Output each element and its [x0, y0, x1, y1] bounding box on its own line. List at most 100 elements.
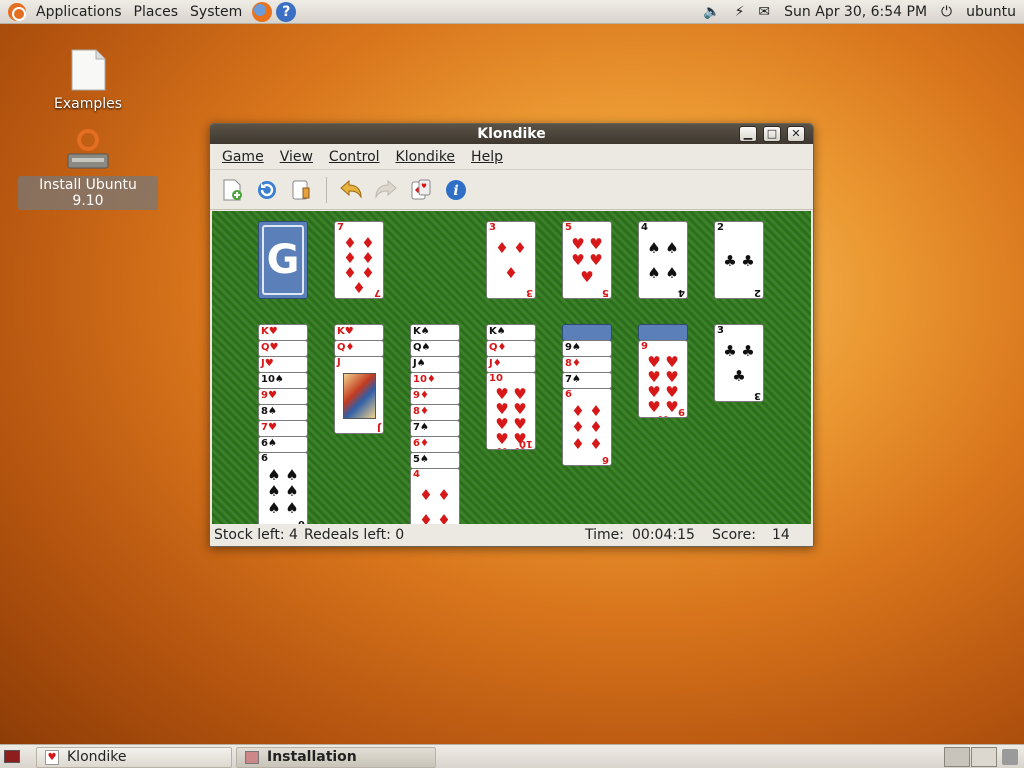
foundation-4[interactable]: 2 ♣ ♣ 2 — [714, 221, 764, 299]
svg-text:i: i — [453, 183, 458, 199]
tableau-card-stripe[interactable]: 5♠ — [410, 452, 460, 469]
face-down-card[interactable] — [638, 324, 688, 341]
desktop-icon-label: Install Ubuntu 9.10 — [18, 176, 158, 210]
face-down-card[interactable] — [562, 324, 612, 341]
help-icon[interactable]: ? — [276, 1, 297, 22]
tableau-card-stripe[interactable]: J♠ — [410, 356, 460, 373]
card-pips: ♠ ♠ ♠ ♠ — [647, 239, 679, 282]
tableau-top-card[interactable]: 4♦♦♦♦4 — [410, 468, 460, 524]
desktop-icon-examples[interactable]: Examples — [18, 48, 158, 112]
restart-icon[interactable] — [253, 176, 281, 204]
tableau-card-stripe[interactable]: 6♦ — [410, 436, 460, 453]
tableau-card-stripe[interactable]: 9♠ — [562, 340, 612, 357]
tableau-card-stripe[interactable]: 10♠ — [258, 372, 308, 389]
card-rank: 3 — [717, 325, 724, 336]
minimize-button[interactable]: ▁ — [739, 126, 757, 142]
volume-icon[interactable]: 🔈 — [703, 4, 720, 20]
clock[interactable]: Sun Apr 30, 6:54 PM — [784, 4, 927, 20]
toolbar-separator — [326, 176, 327, 203]
task-installation-complete[interactable]: Installation Complete — [236, 747, 436, 768]
tableau-card-stripe[interactable]: Q♠ — [410, 340, 460, 357]
redeals-left-text: Redeals left: 0 — [304, 527, 405, 543]
card-rank: 9 — [678, 406, 685, 417]
tableau-card-stripe[interactable]: K♥ — [334, 324, 384, 341]
stock-pile[interactable]: G — [258, 221, 308, 299]
window-titlebar[interactable]: Klondike — [210, 124, 813, 144]
waste-pile[interactable]: 7 ♦ ♦ ♦ ♦ ♦ ♦ ♦ 7 — [334, 221, 384, 299]
statusbar: Stock left: 4 Redeals left: 0 Time: 00:0… — [210, 524, 813, 546]
tableau-card-stripe[interactable]: 8♠ — [258, 404, 308, 421]
foundation-3[interactable]: 4 ♠ ♠ ♠ ♠ 4 — [638, 221, 688, 299]
card-rank: 2 — [754, 287, 761, 298]
card-rank: 5 — [602, 287, 609, 298]
tableau-top-card[interactable]: 3 ♣ ♣ ♣ 3 — [714, 324, 764, 402]
firefox-icon[interactable] — [252, 1, 273, 22]
system-menu[interactable]: System — [184, 0, 248, 24]
task-label: Installation Complete — [267, 749, 357, 765]
tableau-top-card[interactable]: 6 ♠ ♠ ♠ ♠ ♠ ♠ 6 — [258, 452, 308, 524]
card-pips: ♦ ♦ ♦ ♦ ♦ ♦ ♦ — [343, 234, 375, 297]
toolbar: i — [210, 170, 813, 210]
tableau-card-stripe[interactable]: 9♦ — [410, 388, 460, 405]
applications-menu[interactable]: Applications — [30, 0, 128, 24]
tableau-card-stripe[interactable]: 8♦ — [410, 404, 460, 421]
task-klondike[interactable]: ♥ Klondike — [36, 747, 232, 768]
score-value: 14 — [772, 527, 790, 543]
show-desktop-icon[interactable] — [4, 750, 20, 763]
undo-icon[interactable] — [337, 176, 365, 204]
mail-icon[interactable]: ✉ — [758, 4, 770, 20]
card-pips: ♦ ♦ ♦ ♦ ♦ ♦ — [571, 401, 603, 454]
tableau-card-stripe[interactable]: J♦ — [486, 356, 536, 373]
workspace-1[interactable] — [944, 747, 970, 767]
tableau-card-stripe[interactable]: 6♠ — [258, 436, 308, 453]
workspace-2[interactable] — [971, 747, 997, 767]
new-game-icon[interactable] — [218, 176, 246, 204]
card-pips: ♠ ♠ ♠ ♠ ♠ ♠ — [267, 465, 299, 518]
tableau-card-stripe[interactable]: Q♥ — [258, 340, 308, 357]
maximize-button[interactable]: □ — [763, 126, 781, 142]
tableau-card-stripe[interactable]: 9♥ — [258, 388, 308, 405]
menu-game[interactable]: Game — [214, 149, 272, 165]
card-rank: 10 — [489, 373, 503, 384]
tableau-card-stripe[interactable]: 10♦ — [410, 372, 460, 389]
tableau-card-stripe[interactable]: 7♠ — [410, 420, 460, 437]
tableau-card-stripe[interactable]: K♠ — [486, 324, 536, 341]
tableau-top-card[interactable]: 9♥♥♥♥♥♥♥♥♥9 — [638, 340, 688, 418]
tableau-card-stripe[interactable]: Q♦ — [334, 340, 384, 357]
hint-icon[interactable] — [288, 176, 316, 204]
tableau-card-stripe[interactable]: 7♥ — [258, 420, 308, 437]
desktop-icon-install-ubuntu[interactable]: Install Ubuntu 9.10 — [18, 128, 158, 210]
tableau-card-stripe[interactable]: K♠ — [410, 324, 460, 341]
court-figure — [343, 373, 376, 419]
menubar: Game View Control Klondike Help — [210, 145, 813, 170]
places-menu[interactable]: Places — [128, 0, 185, 24]
score-label: Score: — [712, 527, 756, 543]
tableau-card-stripe[interactable]: 7♠ — [562, 372, 612, 389]
game-table[interactable]: G 7 ♦ ♦ ♦ ♦ ♦ ♦ ♦ 7 3 ♦ ♦ ♦ 3 5 ♥ ♥ ♥ ♥ ♥ 5 4 ♠ ♠ ♠ ♠ 4… — [212, 211, 811, 524]
close-button[interactable]: ✕ — [787, 126, 805, 142]
foundation-1[interactable]: 3 ♦ ♦ ♦ 3 — [486, 221, 536, 299]
tableau-top-card[interactable]: 10♥♥♥♥♥♥♥♥♥♥10 — [486, 372, 536, 450]
tableau-card-stripe[interactable]: J♥ — [258, 356, 308, 373]
redo-icon[interactable] — [372, 176, 400, 204]
info-icon[interactable]: i — [442, 176, 470, 204]
deal-icon[interactable] — [407, 176, 435, 204]
foundation-2[interactable]: 5 ♥ ♥ ♥ ♥ ♥ 5 — [562, 221, 612, 299]
menu-control[interactable]: Control — [321, 149, 388, 165]
tableau-top-card[interactable]: 6 ♦ ♦ ♦ ♦ ♦ ♦ 6 — [562, 388, 612, 466]
ubuntu-logo-icon[interactable] — [8, 2, 26, 21]
power-icon[interactable]: ⏻ — [941, 4, 952, 20]
tableau-top-card[interactable]: JJ — [334, 356, 384, 434]
card-pips: ♣ ♣ — [723, 251, 755, 270]
user-name[interactable]: ubuntu — [966, 4, 1016, 20]
network-icon[interactable]: ⚡ — [735, 4, 745, 20]
menu-klondike[interactable]: Klondike — [388, 149, 464, 165]
bottom-panel: ♥ Klondike Installation Complete — [0, 744, 1024, 768]
menu-view[interactable]: View — [272, 149, 321, 165]
menu-help[interactable]: Help — [463, 149, 511, 165]
tableau-card-stripe[interactable]: Q♦ — [486, 340, 536, 357]
trash-icon[interactable] — [1002, 749, 1018, 765]
card-rank: 7 — [337, 222, 344, 233]
tableau-card-stripe[interactable]: 8♦ — [562, 356, 612, 373]
tableau-card-stripe[interactable]: K♥ — [258, 324, 308, 341]
